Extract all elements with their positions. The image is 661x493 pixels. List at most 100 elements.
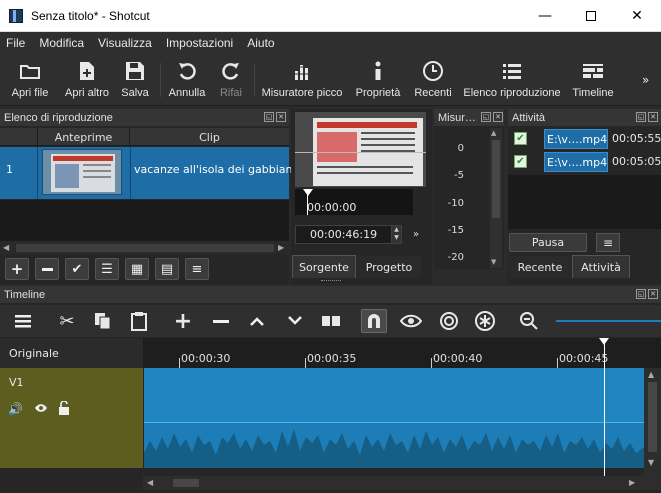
- playlist-toolbar-button[interactable]: Elenco riproduzione: [462, 59, 562, 103]
- save-button[interactable]: Salva: [118, 59, 152, 103]
- toolbar-more-button[interactable]: »: [642, 73, 649, 87]
- playlist-toolbar-label: Elenco riproduzione: [463, 87, 561, 99]
- pause-button[interactable]: Pausa: [509, 233, 587, 252]
- update-button[interactable]: ✔: [65, 258, 89, 280]
- clip-thumbnail: [42, 149, 122, 195]
- minimize-button[interactable]: —: [522, 0, 568, 32]
- menu-view[interactable]: Visualizza: [98, 36, 152, 50]
- column-number[interactable]: [0, 128, 38, 146]
- video-preview[interactable]: [295, 112, 426, 187]
- main-toolbar: Apri file Apri altro Salva Annulla Rifai…: [0, 53, 661, 106]
- list-item[interactable]: ✔ E:\v….mp4 00:05:05: [508, 151, 661, 173]
- spin-up-icon[interactable]: ▲: [392, 226, 401, 234]
- speaker-icon[interactable]: 🔊: [8, 402, 23, 416]
- scroll-down-icon[interactable]: ▼: [648, 458, 654, 467]
- column-thumbnails[interactable]: Anteprime: [38, 128, 130, 146]
- icons-view-button[interactable]: ▤: [155, 258, 179, 280]
- scroll-down-icon[interactable]: ▼: [491, 258, 496, 266]
- add-button[interactable]: +: [5, 258, 29, 280]
- copy-icon: [95, 313, 111, 330]
- scroll-up-icon[interactable]: ▲: [491, 129, 496, 137]
- float-icon[interactable]: ◱: [264, 112, 274, 122]
- scroll-thumb[interactable]: [648, 382, 657, 452]
- zoom-slider[interactable]: [556, 320, 661, 322]
- timeline-horizontal-scrollbar[interactable]: ◀ ▶: [143, 476, 661, 490]
- menu-file[interactable]: File: [6, 36, 25, 50]
- overwrite-button[interactable]: [282, 309, 308, 333]
- unlock-icon[interactable]: [58, 400, 70, 418]
- eye-icon[interactable]: [34, 403, 48, 416]
- scroll-thumb[interactable]: [16, 244, 274, 252]
- details-view-button[interactable]: ☰: [95, 258, 119, 280]
- playlist-menu-button[interactable]: ≡: [185, 258, 209, 280]
- split-button[interactable]: [318, 309, 344, 333]
- scroll-thumb[interactable]: [173, 479, 199, 487]
- ripple-all-tracks-toggle[interactable]: [472, 309, 498, 333]
- scroll-left-icon[interactable]: ◀: [147, 478, 153, 487]
- viewer-more-button[interactable]: »: [413, 229, 419, 240]
- recent-button[interactable]: Recenti: [410, 59, 456, 103]
- scroll-left-icon[interactable]: ◀: [3, 243, 9, 252]
- close-icon[interactable]: ✕: [276, 112, 286, 122]
- close-icon[interactable]: ✕: [648, 112, 658, 122]
- close-icon[interactable]: ✕: [648, 289, 658, 299]
- paste-button[interactable]: [126, 309, 152, 333]
- jobs-menu-button[interactable]: ≡: [596, 233, 620, 252]
- remove-button[interactable]: [35, 258, 59, 280]
- playlist-horizontal-scrollbar[interactable]: ◀ ▶: [0, 240, 289, 254]
- timeline-vertical-scrollbar[interactable]: ▲ ▼: [644, 368, 661, 476]
- open-file-button[interactable]: Apri file: [8, 59, 52, 103]
- timeline-menu-button[interactable]: [10, 309, 36, 333]
- maximize-button[interactable]: [568, 0, 614, 32]
- redo-button[interactable]: Rifai: [214, 59, 248, 103]
- append-button[interactable]: +: [170, 308, 196, 334]
- close-icon[interactable]: ✕: [493, 112, 503, 122]
- timecode-duration-field[interactable]: 00:00:46:19: [295, 225, 393, 244]
- tab-jobs[interactable]: Attività: [572, 255, 630, 278]
- track-header-v1[interactable]: V1 🔊: [0, 368, 143, 468]
- scroll-thumb[interactable]: [492, 140, 500, 218]
- tab-source[interactable]: Sorgente: [292, 255, 356, 278]
- scroll-up-icon[interactable]: ▲: [648, 370, 654, 379]
- timecode-spinner[interactable]: ▲ ▼: [391, 225, 402, 244]
- table-icon: ▤: [160, 261, 174, 277]
- ripple-toggle[interactable]: [436, 309, 462, 333]
- open-other-button[interactable]: Apri altro: [58, 59, 116, 103]
- peak-meter-button[interactable]: Misuratore picco: [258, 59, 346, 103]
- zoom-out-button[interactable]: [516, 309, 542, 333]
- tab-recent[interactable]: Recente: [509, 256, 571, 278]
- undo-button[interactable]: Annulla: [166, 59, 208, 103]
- ripple-delete-button[interactable]: [208, 309, 234, 333]
- tab-project[interactable]: Progetto: [357, 256, 421, 278]
- scroll-right-icon[interactable]: ▶: [629, 478, 635, 487]
- timeline-clip[interactable]: [144, 368, 644, 468]
- menu-help[interactable]: Aiuto: [247, 36, 274, 50]
- column-clip[interactable]: Clip: [130, 128, 289, 146]
- snap-toggle[interactable]: [361, 309, 387, 333]
- menu-settings[interactable]: Impostazioni: [166, 36, 233, 50]
- table-row[interactable]: 1 vacanze all'isola dei gabbiani: [0, 147, 296, 199]
- properties-button[interactable]: Proprietà: [352, 59, 404, 103]
- splitter-handle[interactable]: [321, 280, 341, 283]
- timeline-toolbar-button[interactable]: Timeline: [568, 59, 618, 103]
- title-bar: Senza titolo* - Shotcut — ✕: [0, 0, 661, 32]
- output-label: Originale: [9, 347, 59, 360]
- float-icon[interactable]: ◱: [636, 112, 646, 122]
- list-item[interactable]: ✔ E:\v….mp4 00:05:55: [508, 128, 661, 150]
- meter-scale-label: -10: [447, 198, 464, 209]
- menu-edit[interactable]: Modifica: [39, 36, 84, 50]
- timeline-ruler[interactable]: 00:00:30 00:00:35 00:00:40 00:00:45: [143, 338, 661, 368]
- scroll-right-icon[interactable]: ▶: [278, 243, 284, 252]
- cut-button[interactable]: ✂: [54, 309, 80, 333]
- close-button[interactable]: ✕: [614, 0, 660, 32]
- spin-down-icon[interactable]: ▼: [392, 234, 401, 242]
- plus-icon: +: [173, 308, 193, 334]
- meter-scrollbar[interactable]: ▲ ▼: [490, 128, 502, 268]
- copy-button[interactable]: [90, 309, 116, 333]
- float-icon[interactable]: ◱: [481, 112, 491, 122]
- lift-button[interactable]: [244, 309, 270, 333]
- timeline-playhead[interactable]: [604, 338, 605, 476]
- scrub-toggle[interactable]: [398, 309, 424, 333]
- tiles-view-button[interactable]: ▦: [125, 258, 149, 280]
- float-icon[interactable]: ◱: [636, 289, 646, 299]
